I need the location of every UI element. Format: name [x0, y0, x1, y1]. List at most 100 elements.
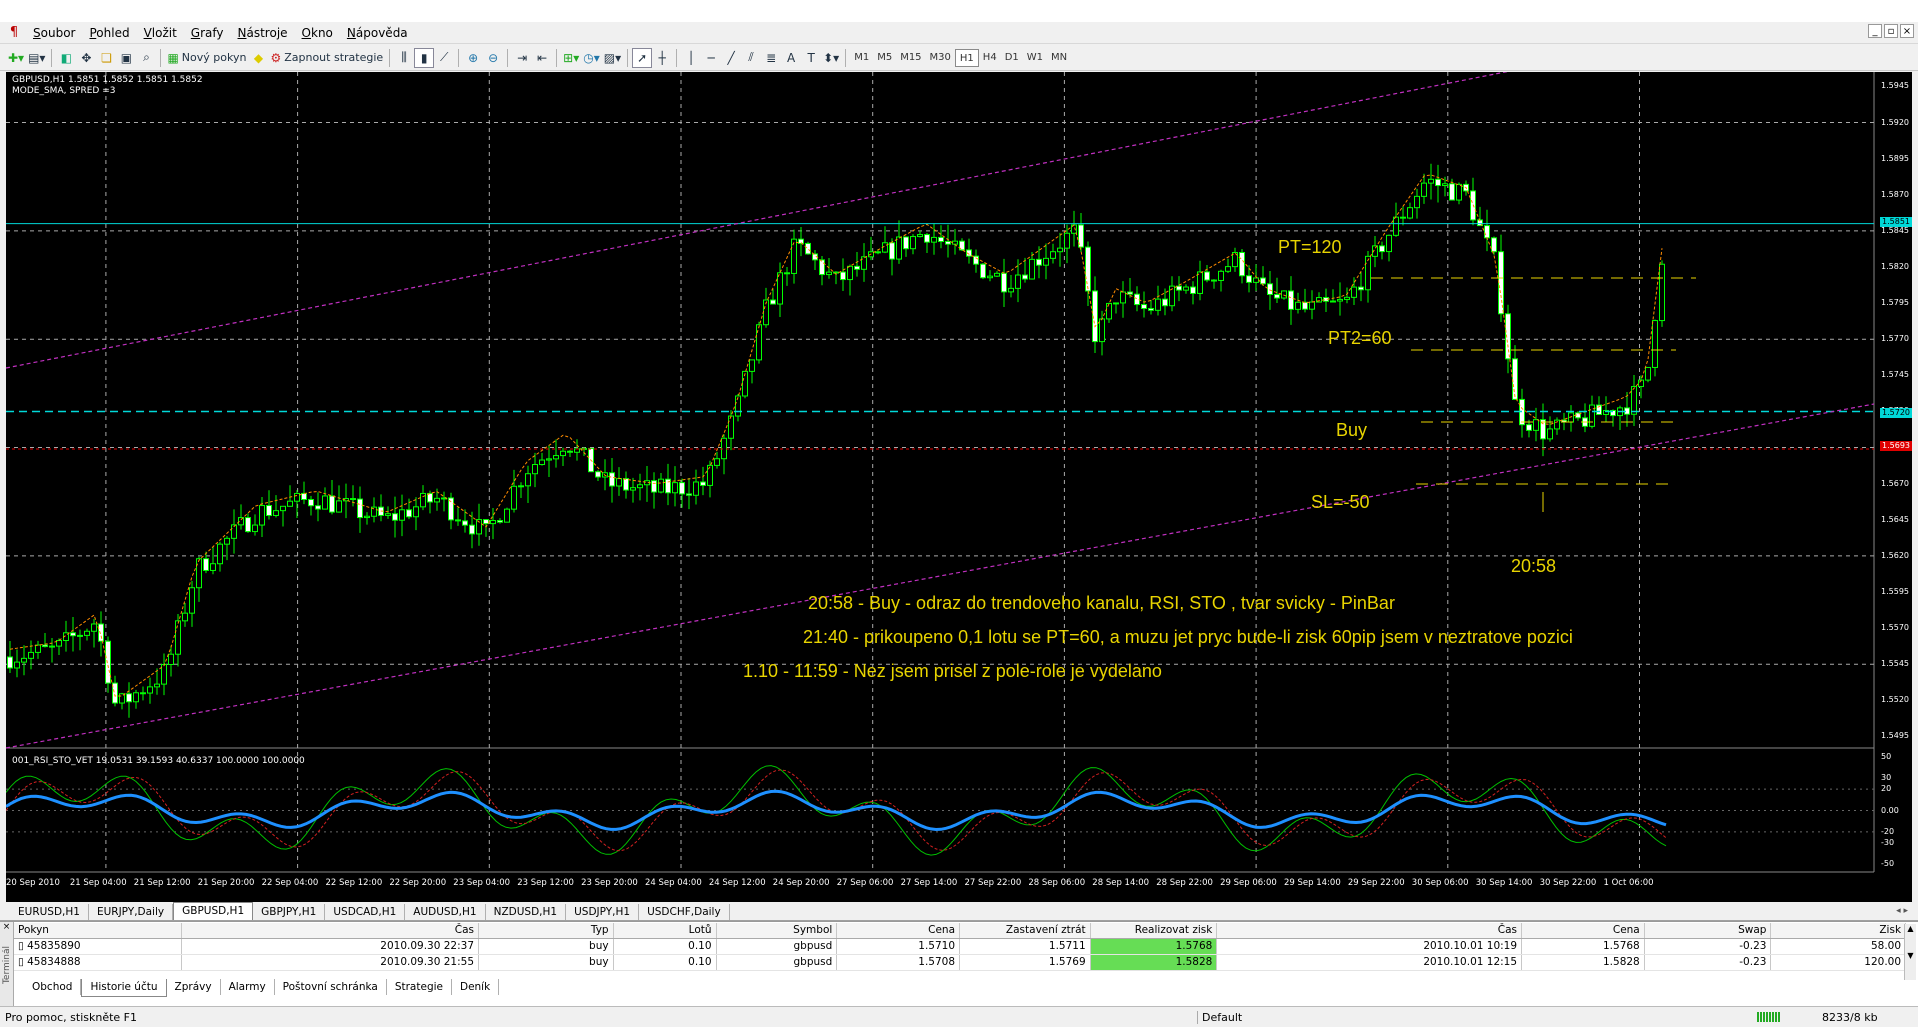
- symbol-tab[interactable]: USDJPY,H1: [566, 904, 640, 920]
- column-header[interactable]: Swap: [1645, 923, 1772, 938]
- column-header[interactable]: Symbol: [717, 923, 838, 938]
- terminal-tab[interactable]: Alarmy: [221, 979, 275, 995]
- folder-icon[interactable]: ❏: [96, 48, 116, 68]
- symbol-tab[interactable]: EURUSD,H1: [10, 904, 89, 920]
- column-header[interactable]: Cena: [837, 923, 961, 938]
- terminal-close-icon[interactable]: ×: [0, 922, 13, 932]
- line-chart-icon[interactable]: ⟋: [434, 48, 454, 68]
- candle-body: [1281, 290, 1287, 299]
- vertical-line-icon[interactable]: │: [681, 48, 701, 68]
- price-chart[interactable]: GBPUSD,H1 1.5851 1.5852 1.5851 1.5852 MO…: [6, 72, 1912, 902]
- menu-pohled[interactable]: Pohled: [82, 26, 136, 40]
- zoom-in-icon[interactable]: ⊕: [463, 48, 483, 68]
- status-profile[interactable]: Default: [1197, 1011, 1242, 1024]
- timeframe-d1[interactable]: D1: [1001, 49, 1023, 67]
- chart-canvas[interactable]: [6, 72, 1912, 902]
- terminal-tab[interactable]: Obchod: [24, 979, 82, 995]
- terminal-tab[interactable]: Zprávy: [167, 979, 221, 995]
- symbol-tab[interactable]: NZDUSD,H1: [486, 904, 567, 920]
- menu-nastroje[interactable]: Nástroje: [231, 26, 295, 40]
- restore-button[interactable]: ▫: [1884, 24, 1898, 38]
- close-button[interactable]: ×: [1900, 24, 1914, 38]
- symbol-tab[interactable]: GBPJPY,H1: [253, 904, 326, 920]
- timeframe-w1[interactable]: W1: [1023, 49, 1047, 67]
- timeframe-mn[interactable]: MN: [1047, 49, 1071, 67]
- candle-body: [1533, 419, 1539, 431]
- text-icon[interactable]: A: [781, 48, 801, 68]
- minimize-button[interactable]: _: [1868, 24, 1882, 38]
- tester-icon[interactable]: ⌕: [136, 48, 156, 68]
- candle-body: [686, 493, 692, 496]
- indicators-icon[interactable]: ⊞▾: [561, 48, 581, 68]
- metaeditor-icon[interactable]: ◆: [248, 48, 268, 68]
- timeframe-m30[interactable]: M30: [926, 49, 955, 67]
- column-header[interactable]: Čas: [1217, 923, 1523, 938]
- horizontal-line-icon[interactable]: ─: [701, 48, 721, 68]
- crosshair-icon[interactable]: ┼: [652, 48, 672, 68]
- terminal-scrollbar[interactable]: ▲ ▼: [1904, 924, 1916, 980]
- symbol-tab[interactable]: EURJPY,Daily: [89, 904, 174, 920]
- timeframe-m5[interactable]: M5: [873, 49, 896, 67]
- toolbar-separator: [845, 48, 847, 67]
- timeframe-h1[interactable]: H1: [954, 48, 979, 67]
- column-header[interactable]: Typ: [479, 923, 614, 938]
- text-label-icon[interactable]: T: [801, 48, 821, 68]
- candle-body: [1631, 386, 1637, 415]
- column-header[interactable]: Pokyn: [14, 923, 183, 938]
- terminal-tab[interactable]: Poštovní schránka: [275, 979, 387, 995]
- symbol-tab[interactable]: AUDUSD,H1: [405, 904, 486, 920]
- column-header[interactable]: Cena: [1522, 923, 1645, 938]
- cursor-icon[interactable]: ➚: [632, 47, 653, 68]
- autoscroll-icon[interactable]: ⇥: [512, 48, 532, 68]
- timeframe-m1[interactable]: M1: [850, 49, 873, 67]
- profiles-icon[interactable]: ▤▾: [26, 48, 47, 68]
- column-header[interactable]: Lotů: [614, 923, 717, 938]
- candle-body: [105, 640, 111, 684]
- column-header[interactable]: Realizovat zisk: [1091, 923, 1218, 938]
- column-header[interactable]: Zisk: [1771, 923, 1907, 938]
- candle-chart-icon[interactable]: ▮: [414, 47, 435, 68]
- bar-chart-icon[interactable]: ⫼: [394, 48, 414, 68]
- fibonacci-icon[interactable]: ≣: [761, 48, 781, 68]
- column-header[interactable]: Čas: [182, 923, 479, 938]
- menu-soubor[interactable]: Soubor: [26, 26, 82, 40]
- symbol-tab[interactable]: USDCAD,H1: [325, 904, 406, 920]
- timeframe-h4[interactable]: H4: [979, 49, 1001, 67]
- menu-okno[interactable]: Okno: [295, 26, 340, 40]
- candle-body: [1190, 286, 1196, 294]
- trendline-icon[interactable]: ╱: [721, 48, 741, 68]
- candle-body: [637, 484, 643, 489]
- candle-body: [903, 236, 909, 250]
- symbol-tab[interactable]: GBPUSD,H1: [173, 902, 254, 920]
- time-axis-label: 23 Sep 04:00: [453, 878, 511, 888]
- terminal-tab[interactable]: Historie účtu: [81, 979, 167, 997]
- menu-grafy[interactable]: Grafy: [184, 26, 231, 40]
- table-row[interactable]: ▯ 45835890 2010.09.30 22:37 buy 0.10 gbpusd 1…: [14, 939, 1907, 955]
- order-id: 45835890: [27, 940, 81, 952]
- column-header[interactable]: Zastavení ztrát: [960, 923, 1091, 938]
- time-axis-label: 27 Sep 06:00: [836, 878, 894, 888]
- chart-shift-icon[interactable]: ⇤: [532, 48, 552, 68]
- periods-icon[interactable]: ◷▾: [581, 48, 602, 68]
- navigator-icon[interactable]: ✥: [76, 48, 96, 68]
- menu-vlozit[interactable]: Vložit: [137, 26, 184, 40]
- table-row[interactable]: ▯ 45834888 2010.09.30 21:55 buy 0.10 gbpusd 1…: [14, 955, 1907, 971]
- new-order-button[interactable]: ▦ Nový pokyn: [165, 48, 248, 68]
- strategy-toggle-button[interactable]: ⚙ Zapnout strategie: [268, 48, 385, 68]
- tab-scroll-arrows[interactable]: ◂ ▸: [1896, 906, 1908, 916]
- menu-napoveda[interactable]: Nápověda: [340, 26, 415, 40]
- time-axis-label: 22 Sep 04:00: [261, 878, 319, 888]
- terminal-icon[interactable]: ▣: [116, 48, 136, 68]
- channel-icon[interactable]: ⫽: [741, 48, 761, 68]
- arrows-icon[interactable]: ⬍▾: [821, 48, 841, 68]
- timeframe-m15[interactable]: M15: [896, 49, 925, 67]
- market-watch-icon[interactable]: ◧: [56, 48, 76, 68]
- terminal-tab[interactable]: Deník: [452, 979, 500, 995]
- templates-icon[interactable]: ▨▾: [602, 48, 623, 68]
- zoom-out-icon[interactable]: ⊖: [483, 48, 503, 68]
- table-cell: 1.5768: [1522, 939, 1645, 954]
- terminal-tab[interactable]: Strategie: [387, 979, 452, 995]
- symbol-tab[interactable]: USDCHF,Daily: [639, 904, 730, 920]
- candle-body: [553, 455, 559, 460]
- new-chart-icon[interactable]: ✚▾: [6, 48, 26, 68]
